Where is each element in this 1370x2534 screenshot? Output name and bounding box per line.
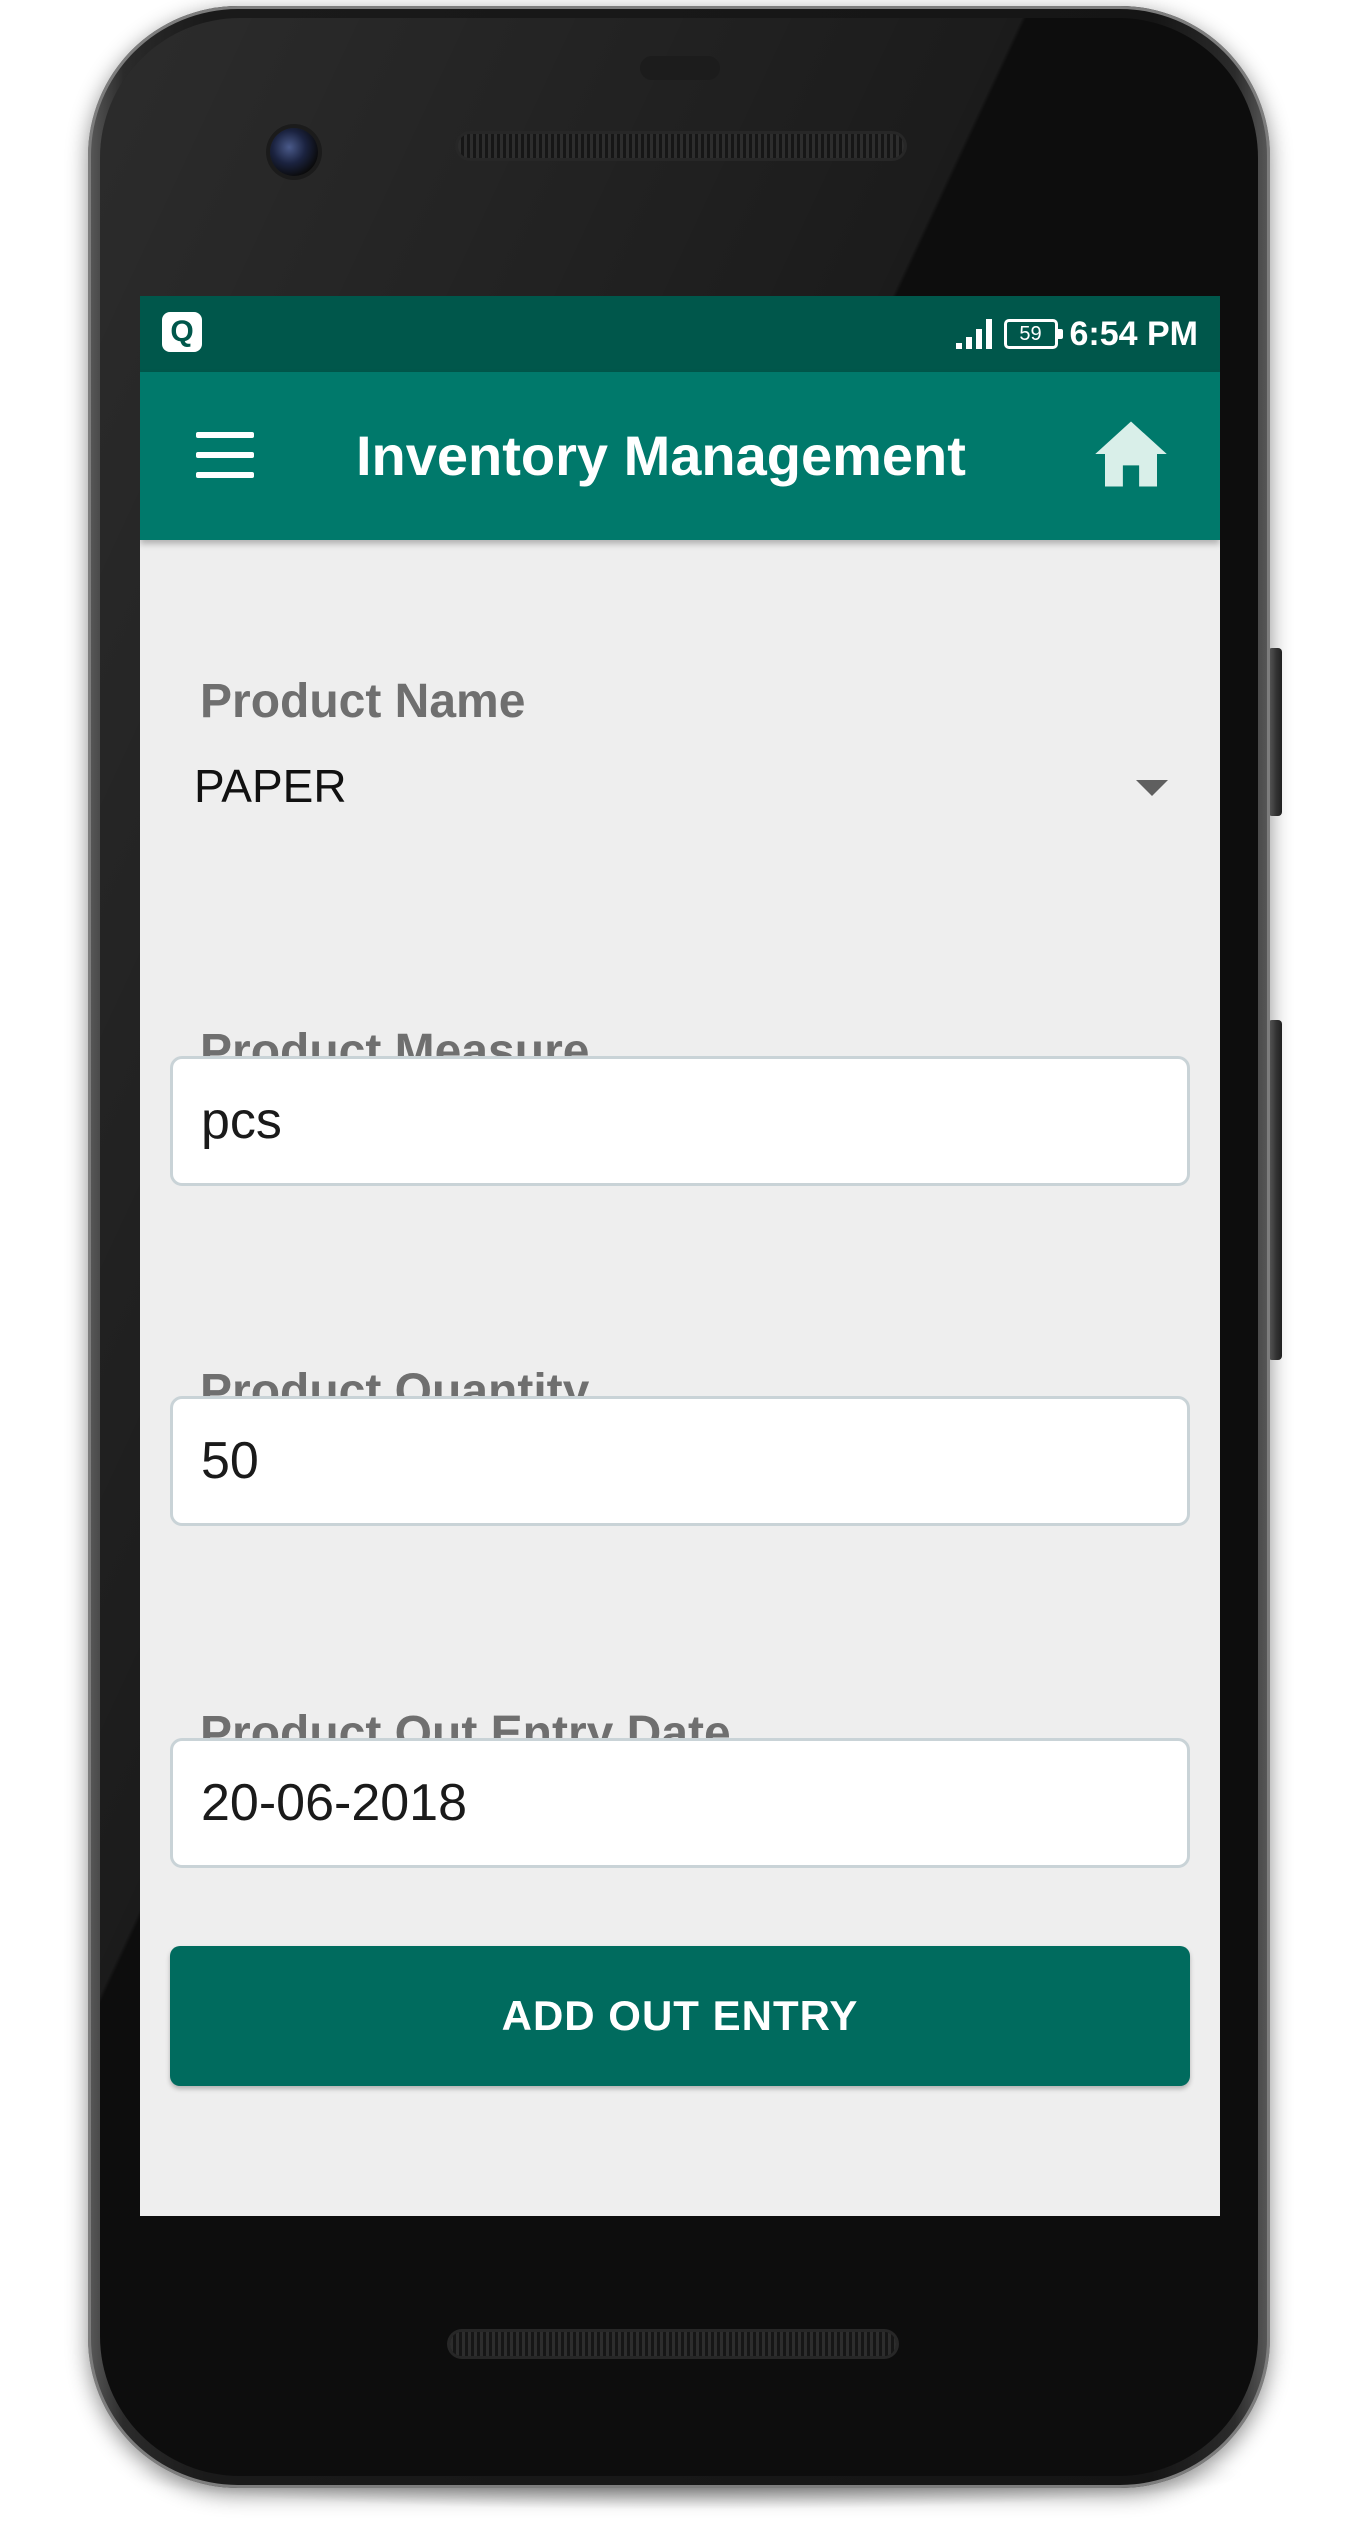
- signal-strength-icon: [955, 319, 992, 349]
- product-name-dropdown[interactable]: PAPER: [170, 730, 1190, 842]
- notification-app-icon: Q: [162, 312, 202, 352]
- status-bar: Q 59 6:54 PM: [140, 296, 1220, 372]
- add-out-entry-button[interactable]: ADD OUT ENTRY: [170, 1946, 1190, 2086]
- product-measure-input[interactable]: [170, 1056, 1190, 1186]
- product-name-selected-value: PAPER: [194, 760, 347, 812]
- hamburger-menu-icon[interactable]: [196, 428, 254, 482]
- home-icon[interactable]: [1092, 418, 1170, 490]
- status-indicators: 59 6:54 PM: [955, 296, 1199, 372]
- status-time: 6:54 PM: [1069, 314, 1199, 353]
- battery-icon: 59: [1003, 319, 1063, 349]
- power-button: [1268, 648, 1282, 816]
- product-out-entry-date-input[interactable]: [170, 1738, 1190, 1868]
- app-bar: Inventory Management: [140, 372, 1220, 540]
- dropdown-arrow-icon: [1136, 780, 1168, 796]
- product-name-label: Product Name: [200, 675, 526, 728]
- bottom-speaker: [450, 2332, 896, 2356]
- front-camera: [270, 128, 318, 176]
- volume-rocker: [1268, 1020, 1282, 1360]
- proximity-sensor: [640, 56, 720, 80]
- product-quantity-input[interactable]: [170, 1396, 1190, 1526]
- app-title: Inventory Management: [356, 424, 966, 487]
- earpiece-speaker: [458, 134, 904, 158]
- app-screen: Q 59 6:54 PM Inventory Management Produc…: [140, 296, 1220, 2216]
